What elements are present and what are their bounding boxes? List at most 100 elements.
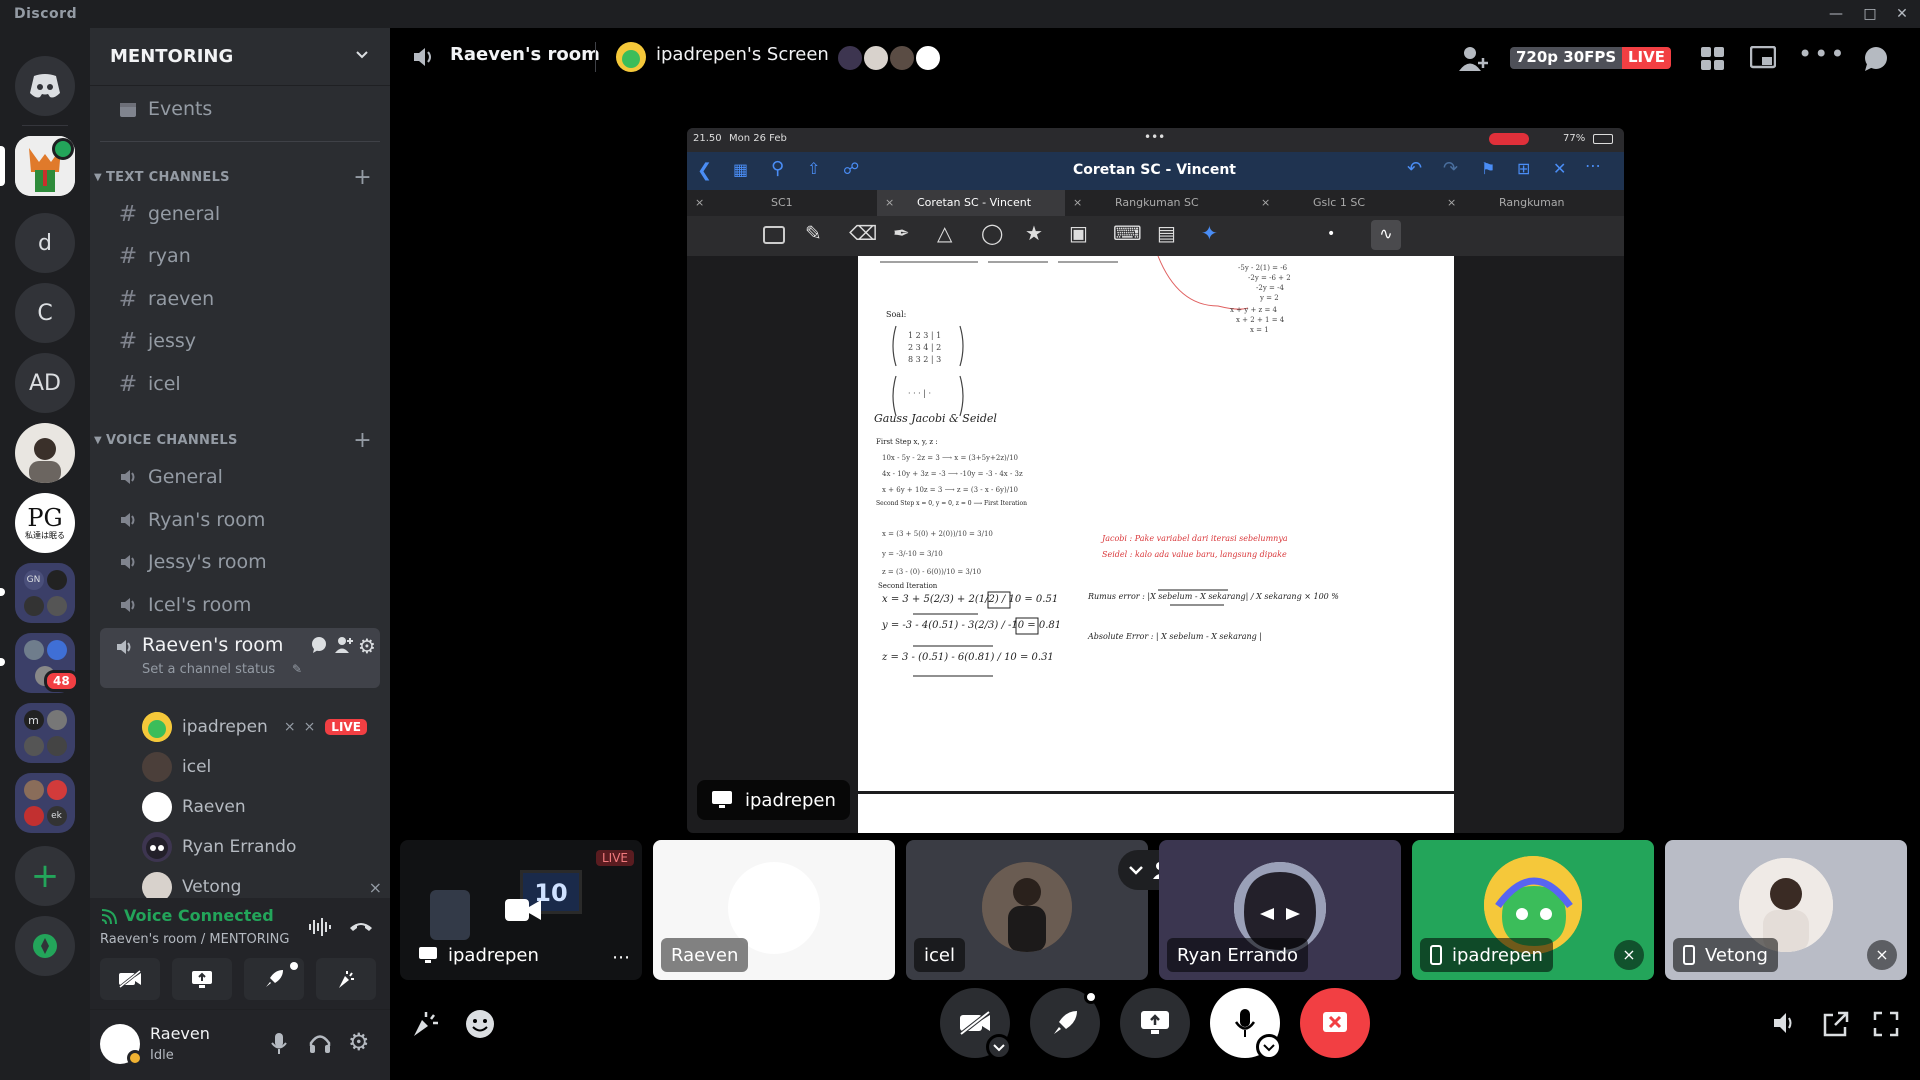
soundboard-button[interactable]: [316, 958, 376, 1000]
channel-status-text[interactable]: Set a channel status: [142, 662, 275, 677]
voice-channel-jessys-room[interactable]: Jessy's room: [100, 543, 380, 581]
activities-button[interactable]: [1030, 988, 1100, 1058]
server-folder-4[interactable]: ek: [15, 773, 75, 833]
volume-icon[interactable]: [1772, 1010, 1798, 1036]
tab-close-icon[interactable]: ×: [695, 196, 704, 209]
category-voice-channels[interactable]: ▼ VOICE CHANNELS +: [94, 428, 380, 453]
invite-icon[interactable]: [334, 636, 354, 654]
voice-channel-general[interactable]: General: [100, 458, 380, 496]
server-d[interactable]: d: [15, 213, 75, 273]
server-photo[interactable]: [15, 423, 75, 483]
text-channel-icel[interactable]: # icel: [100, 365, 380, 403]
microphone-icon[interactable]: [270, 1032, 288, 1056]
voice-member[interactable]: icel: [142, 748, 382, 786]
more-options-icon[interactable]: ⋯: [612, 947, 630, 968]
collab-icon[interactable]: ☍: [843, 159, 859, 178]
back-icon[interactable]: ❮: [697, 160, 712, 181]
text-tool-icon[interactable]: ▤: [1157, 221, 1176, 245]
participant-tile-vetong[interactable]: Vetong ⨯: [1665, 840, 1907, 980]
viewer-avatar[interactable]: [836, 44, 864, 72]
bookmark-icon[interactable]: ⚑: [1481, 159, 1495, 178]
laser-pointer-icon[interactable]: ✦: [1201, 221, 1218, 245]
tab-close-icon[interactable]: ×: [1261, 196, 1270, 209]
tab-close-icon[interactable]: ×: [1447, 196, 1456, 209]
close-icon[interactable]: ✕: [1888, 0, 1916, 28]
activities-button[interactable]: [244, 958, 304, 1000]
viewer-avatar[interactable]: [888, 44, 916, 72]
text-channel-jessy[interactable]: # jessy: [100, 322, 380, 360]
gear-icon[interactable]: ⚙: [358, 634, 376, 658]
disconnect-icon[interactable]: [348, 916, 374, 936]
voice-channel-raevens-room[interactable]: Raeven's room Set a channel status ✎ ⚙: [100, 628, 380, 688]
add-server-button[interactable]: +: [15, 846, 75, 906]
voice-channel-ryans-room[interactable]: Ryan's room: [100, 501, 380, 539]
microphone-button[interactable]: [1210, 988, 1282, 1060]
lasso-icon[interactable]: ◯: [981, 221, 1003, 245]
more-icon[interactable]: ⋯: [1585, 156, 1601, 175]
voice-status[interactable]: Voice Connected: [124, 906, 274, 925]
chat-bubble-icon[interactable]: [1862, 46, 1890, 72]
voice-member[interactable]: ipadrepen ⨯ ⨯ LIVE: [142, 708, 382, 746]
chevron-down-icon[interactable]: [1256, 1034, 1282, 1060]
shapes-icon[interactable]: △: [937, 221, 952, 245]
server-folder-3[interactable]: m: [15, 703, 75, 763]
tab-active[interactable]: Coretan SC - Vincent: [917, 196, 1031, 209]
add-channel-icon[interactable]: +: [353, 165, 372, 190]
pencil-icon[interactable]: ✎: [292, 662, 302, 676]
text-channel-general[interactable]: # general: [100, 195, 380, 233]
tab[interactable]: Rangkuman: [1499, 196, 1565, 209]
voice-member[interactable]: Raeven: [142, 788, 382, 826]
noise-suppression-icon[interactable]: [308, 916, 332, 938]
voice-location[interactable]: Raeven's room / MENTORING: [100, 932, 289, 947]
viewer-avatar[interactable]: [862, 44, 890, 72]
image-icon[interactable]: ▣: [1069, 221, 1088, 245]
shared-screen[interactable]: 21.50 Mon 26 Feb ••• 77% ❮ ▦ ⚲ ⇧ ☍ Coret…: [687, 128, 1624, 833]
highlighter-icon[interactable]: ✒: [893, 221, 910, 245]
server-folder-1[interactable]: GN: [15, 563, 75, 623]
category-text-channels[interactable]: ▼ TEXT CHANNELS +: [94, 165, 380, 190]
maximize-icon[interactable]: □: [1856, 0, 1884, 28]
notebook-page[interactable]: -5y - 2(1) = -6 -2y = -6 + 2 -2y = -4 y …: [858, 256, 1454, 791]
voice-channel-icels-room[interactable]: Icel's room: [100, 586, 380, 624]
participant-tile-stream[interactable]: 10 LIVE ipadrepen ⋯: [400, 840, 642, 980]
share-icon[interactable]: ⇧: [807, 159, 820, 178]
grid-layout-icon[interactable]: [1700, 46, 1726, 72]
emoji-icon[interactable]: [464, 1008, 496, 1040]
add-page-icon[interactable]: ⊞: [1517, 159, 1530, 178]
add-channel-icon[interactable]: +: [353, 428, 372, 453]
chat-icon[interactable]: [310, 636, 328, 654]
more-options-icon[interactable]: •••: [1798, 40, 1846, 68]
participant-tile-icel[interactable]: icel: [906, 840, 1148, 980]
popout-window-icon[interactable]: [1822, 1010, 1850, 1038]
events-item[interactable]: Events: [100, 90, 380, 128]
redo-icon[interactable]: ↷: [1443, 158, 1458, 179]
document-title[interactable]: Coretan SC - Vincent: [1073, 162, 1236, 178]
guild-header[interactable]: MENTORING: [90, 28, 390, 86]
server-ad[interactable]: AD: [15, 353, 75, 413]
participant-tile-ipadrepen[interactable]: ipadrepen ⨯: [1412, 840, 1654, 980]
voice-member[interactable]: Ryan Errando: [142, 828, 382, 866]
pen-icon[interactable]: ✎: [805, 221, 822, 245]
eraser-icon[interactable]: ⌫: [849, 221, 877, 245]
participant-tile-raeven[interactable]: Raeven: [653, 840, 895, 980]
camera-toggle-button[interactable]: [940, 988, 1012, 1060]
tab-close-icon[interactable]: ×: [1073, 196, 1082, 209]
add-friend-icon[interactable]: [1458, 46, 1488, 72]
search-icon[interactable]: ⚲: [771, 158, 784, 179]
user-settings-gear-icon[interactable]: ⚙: [348, 1028, 370, 1056]
leave-call-button[interactable]: [1300, 988, 1370, 1058]
headphones-icon[interactable]: [308, 1032, 332, 1054]
text-channel-raeven[interactable]: # raeven: [100, 280, 380, 318]
participant-tile-ryan[interactable]: Ryan Errando: [1159, 840, 1401, 980]
server-pg[interactable]: PG 私達は眠る: [15, 493, 75, 553]
tab[interactable]: SC1: [771, 196, 793, 209]
explore-servers-button[interactable]: [15, 916, 75, 976]
screen-share-button[interactable]: [172, 958, 232, 1000]
tab[interactable]: Gslc 1 SC: [1313, 196, 1365, 209]
text-channel-ryan[interactable]: # ryan: [100, 237, 380, 275]
stroke-dot-icon[interactable]: •: [1327, 226, 1335, 242]
grid-icon[interactable]: ▦: [733, 160, 748, 179]
keyboard-icon[interactable]: ⌨: [1113, 221, 1142, 245]
undo-icon[interactable]: ↶: [1407, 158, 1422, 179]
fullscreen-icon[interactable]: [1872, 1010, 1900, 1038]
